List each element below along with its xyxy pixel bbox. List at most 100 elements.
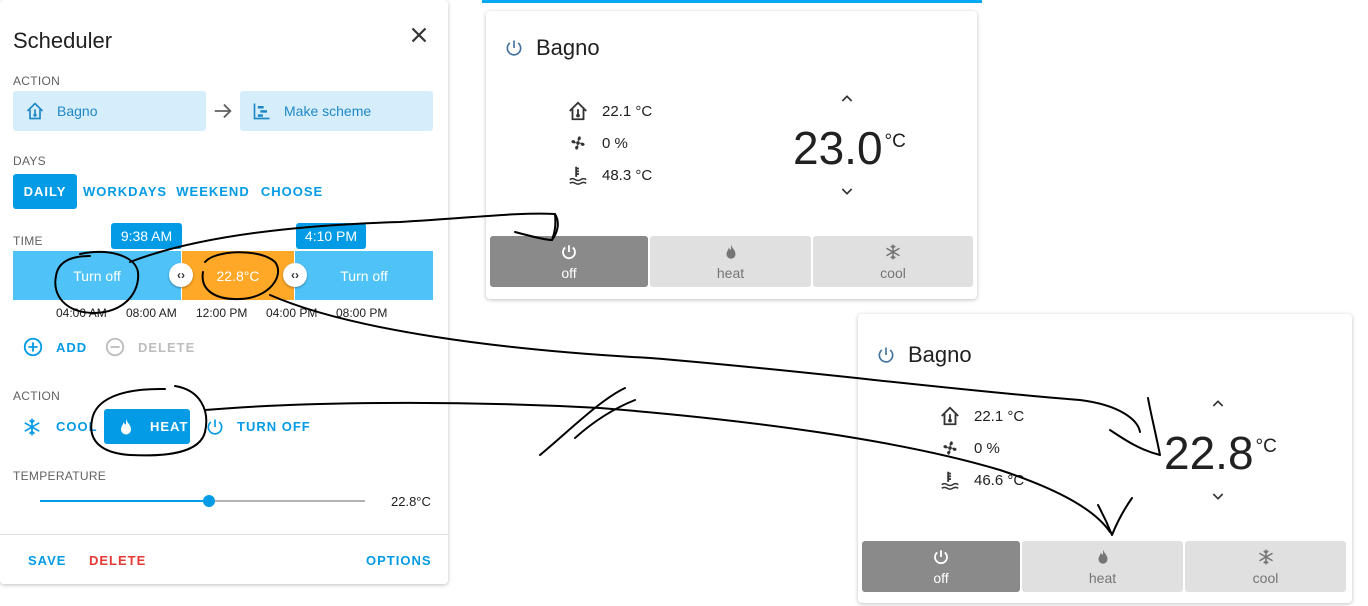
fire-icon [726, 244, 735, 259]
thermostat-name: Bagno [908, 342, 972, 367]
tick-label: 08:00 AM [126, 306, 177, 320]
chevron-up-icon[interactable] [1210, 396, 1226, 412]
tick-label: 12:00 PM [196, 306, 248, 320]
thermostat-card-1: Bagno 22.1 °C 0 % 48.3 °C 23.0 °C off hea… [486, 11, 977, 299]
hvac-off-button[interactable]: off [490, 236, 648, 287]
home-thermometer-icon [569, 101, 587, 121]
water-temp-row: 48.3 °C [566, 163, 652, 187]
thermostat-title[interactable]: Bagno [876, 342, 972, 368]
time-section-label: TIME [13, 234, 43, 248]
scheduler-dialog: Scheduler ACTION Bagno Make scheme DAYS … [0, 0, 448, 584]
hvac-cool-label: cool [880, 264, 906, 281]
hvac-cool-button[interactable]: cool [1185, 541, 1346, 592]
entity-chip[interactable]: Bagno [13, 91, 206, 131]
temperature-slider-fill [40, 500, 209, 502]
temperature-slider-thumb[interactable] [203, 495, 215, 507]
chart-gantt-icon [253, 103, 270, 120]
hvac-off-label: off [933, 569, 949, 586]
fan-row: 0 % [938, 436, 1000, 460]
mode-turn-off-button[interactable]: TURN OFF [205, 409, 311, 444]
thermostat-card-2: Bagno 22.1 °C 0 % 46.6 °C 22.8 °C off hea… [858, 314, 1352, 603]
chevron-up-icon[interactable] [839, 91, 855, 107]
time-tooltip-end: 4:10 PM [296, 223, 366, 249]
tick-label: 04:00 AM [56, 306, 107, 320]
strikethrough-mark-1 [539, 387, 626, 456]
add-timeslot-button[interactable]: ADD [22, 336, 87, 358]
target-temperature: 23.0 °C [793, 121, 906, 175]
time-tooltip-start: 9:38 AM [111, 223, 182, 249]
save-button[interactable]: SAVE [28, 553, 66, 568]
fan-value: 0 % [974, 439, 1000, 457]
delete-slot-label: DELETE [138, 339, 196, 355]
fire-icon [121, 418, 131, 434]
fan-value: 0 % [602, 134, 628, 152]
hvac-heat-label: heat [716, 264, 745, 281]
timeslot-heat[interactable]: 22.8°C [182, 251, 294, 300]
water-temp-value: 46.6 °C [974, 471, 1025, 489]
fire-icon [1098, 549, 1107, 564]
water-boiler-icon [569, 166, 587, 185]
timeslot-off-evening[interactable]: Turn off [295, 251, 433, 300]
tab-choose[interactable]: CHOOSE [259, 174, 325, 209]
mode-cool-button[interactable]: COOL [22, 409, 98, 444]
water-temp-row: 46.6 °C [938, 468, 1024, 492]
water-boiler-icon [941, 471, 959, 490]
power-icon [562, 244, 576, 259]
hvac-heat-label: heat [1088, 569, 1117, 586]
tab-weekend[interactable]: WEEKEND [175, 174, 251, 209]
indoor-temp-row: 22.1 °C [566, 99, 652, 123]
indoor-temp-row: 22.1 °C [938, 404, 1024, 428]
service-chip[interactable]: Make scheme [240, 91, 433, 131]
tab-workdays[interactable]: WORKDAYS [83, 174, 166, 209]
target-unit: °C [1255, 436, 1277, 457]
power-icon [506, 40, 522, 56]
timeslot-handle-end[interactable]: ‹› [283, 263, 307, 287]
hvac-cool-button[interactable]: cool [813, 236, 973, 287]
add-label: ADD [56, 339, 88, 355]
mode-turn-off-label: TURN OFF [237, 419, 311, 434]
chevron-down-icon[interactable] [839, 183, 855, 199]
power-icon [878, 347, 894, 363]
footer-divider [0, 534, 448, 535]
dialog-title: Scheduler [13, 28, 113, 53]
indoor-temp-value: 22.1 °C [602, 102, 653, 120]
close-icon [411, 27, 427, 43]
minus-circle-icon [105, 337, 125, 357]
thermostat-name: Bagno [536, 35, 600, 60]
mode-heat-label: HEAT [150, 419, 189, 434]
timeslot-off-morning[interactable]: Turn off [13, 251, 181, 300]
snowflake-icon [24, 418, 40, 435]
thermostat-title[interactable]: Bagno [504, 35, 600, 61]
hvac-off-label: off [561, 264, 577, 281]
plus-circle-icon [23, 337, 43, 357]
tick-label: 08:00 PM [336, 306, 388, 320]
action-section-label: ACTION [13, 74, 61, 88]
hvac-heat-button[interactable]: heat [650, 236, 811, 287]
mode-heat-button[interactable]: HEAT [104, 409, 190, 444]
target-value: 22.8 [1164, 427, 1254, 479]
hvac-off-button[interactable]: off [862, 541, 1020, 592]
hvac-heat-button[interactable]: heat [1022, 541, 1183, 592]
tab-daily[interactable]: DAILY [13, 174, 77, 209]
close-button[interactable] [406, 22, 432, 48]
fan-icon [571, 136, 585, 150]
arrow-right-icon [214, 103, 232, 119]
top-accent-line [482, 0, 982, 3]
action2-section-label: ACTION [13, 389, 61, 403]
options-button[interactable]: OPTIONS [366, 553, 432, 568]
target-value: 23.0 [793, 122, 883, 174]
temperature-value: 22.8°C [391, 494, 431, 509]
timeslot-handle-start[interactable]: ‹› [169, 263, 193, 287]
fan-icon [943, 441, 957, 455]
delete-button[interactable]: DELETE [89, 553, 146, 568]
delete-timeslot-button[interactable]: DELETE [104, 336, 195, 358]
power-icon [934, 549, 948, 564]
home-thermometer-icon [26, 102, 44, 120]
snowflake-icon [886, 244, 900, 259]
power-icon [207, 419, 223, 435]
chevron-down-icon[interactable] [1210, 488, 1226, 504]
mode-cool-label: COOL [56, 419, 98, 434]
snowflake-icon [1258, 549, 1273, 564]
indoor-temp-value: 22.1 °C [974, 407, 1025, 425]
target-temperature: 22.8 °C [1164, 426, 1277, 480]
